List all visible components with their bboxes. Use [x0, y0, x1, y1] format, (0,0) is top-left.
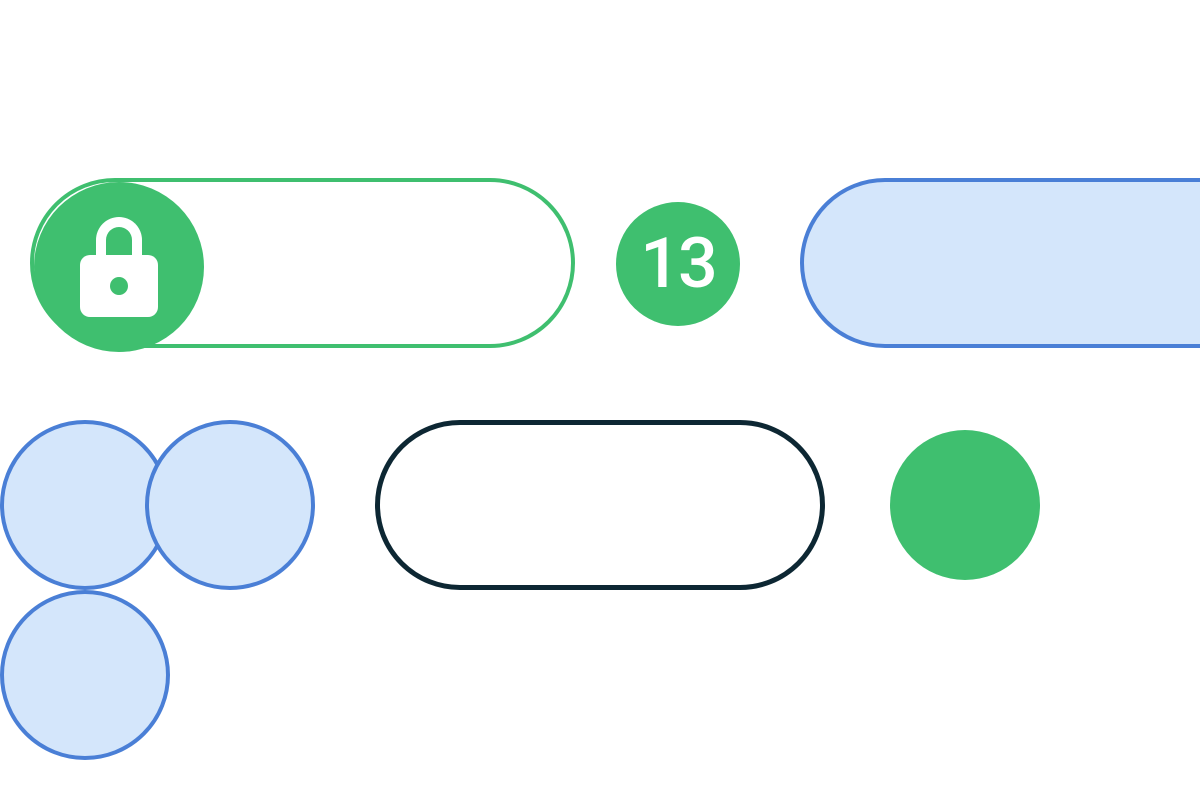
bottom-row	[0, 420, 1200, 590]
lock-circle	[34, 182, 204, 352]
badge-number: 13	[640, 223, 716, 305]
lock-pill	[30, 178, 575, 348]
blue-half-pill-right	[0, 590, 170, 760]
top-row: 13	[0, 178, 1200, 348]
lock-icon	[80, 217, 158, 317]
number-badge: 13	[616, 202, 740, 326]
blue-circle	[145, 420, 315, 590]
dark-outline-pill	[375, 420, 825, 590]
green-circle	[890, 430, 1040, 580]
blue-pill	[800, 178, 1200, 348]
